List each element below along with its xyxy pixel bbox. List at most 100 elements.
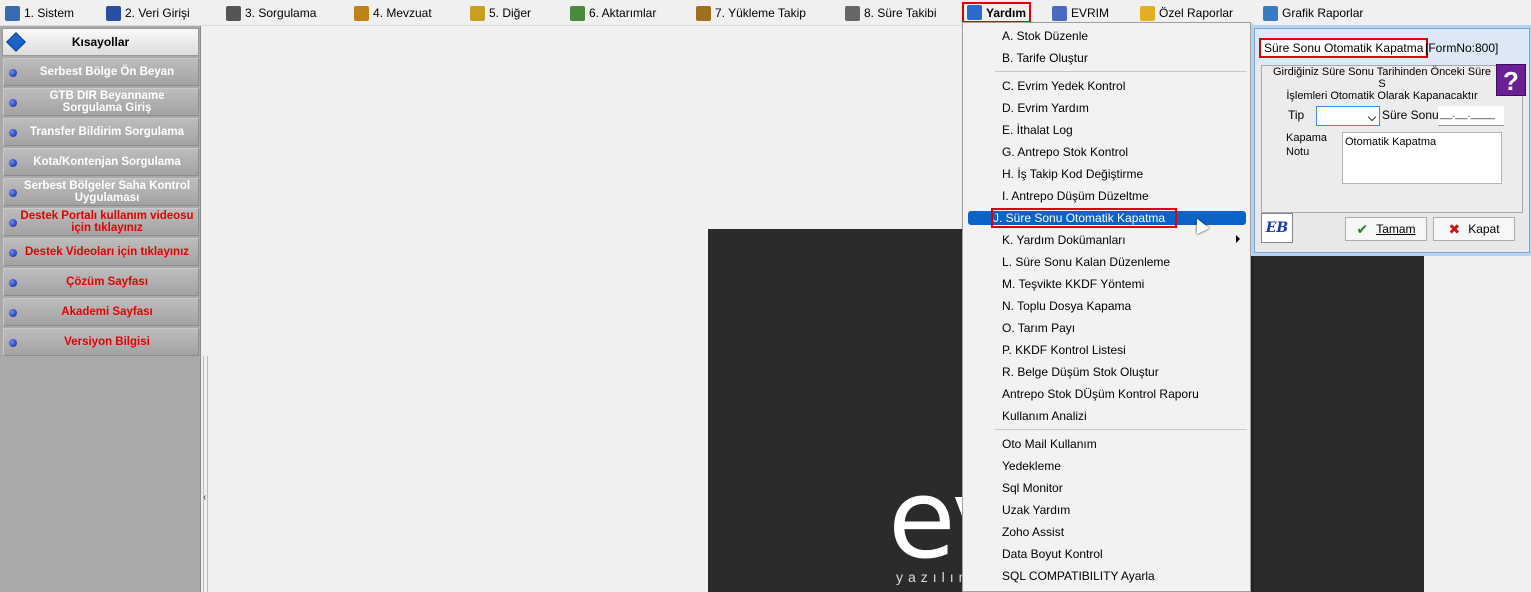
- pencil-icon: [5, 5, 20, 21]
- dialog-info-line-1: Girdiğiniz Süre Sonu Tarihinden Önceki S…: [1272, 66, 1492, 90]
- dropdown-menu-item[interactable]: Kullanım Analizi: [965, 405, 1248, 427]
- tracking-icon: [696, 5, 711, 21]
- dropdown-item-label: Uzak Yardım: [1002, 503, 1071, 517]
- sidebar-item-label: Versiyon Bilgisi: [64, 336, 150, 348]
- annotation-highlight-box: [991, 208, 1177, 228]
- menu-pencil[interactable]: 1. Sistem: [5, 3, 74, 23]
- bullet-dot-icon: [9, 309, 17, 317]
- bullet-dot-icon: [9, 159, 17, 167]
- sidebar-shortcut-item[interactable]: Kota/Kontenjan Sorgulama: [3, 148, 199, 176]
- menu-star[interactable]: Özel Raporlar: [1140, 3, 1233, 23]
- sidebar-item-label: GTB DIR Beyanname Sorgulama Giriş: [49, 90, 165, 114]
- tip-select[interactable]: [1316, 106, 1380, 126]
- shortcuts-title: Kısayollar: [71, 35, 130, 49]
- dropdown-item-label: Oto Mail Kullanım: [1002, 437, 1097, 451]
- sidebar-shortcut-item[interactable]: Serbest Bölgeler Saha Kontrol Uygulaması: [3, 178, 199, 206]
- dropdown-item-label: M. Teşvikte KKDF Yöntemi: [1002, 277, 1145, 291]
- bullet-dot-icon: [9, 99, 17, 107]
- sidebar-shortcut-item[interactable]: GTB DIR Beyanname Sorgulama Giriş: [3, 88, 199, 116]
- bullet-dot-icon: [9, 219, 17, 227]
- dropdown-menu-item[interactable]: Sql Monitor: [965, 477, 1248, 499]
- dropdown-menu-item[interactable]: SQL COMPATIBILITY Ayarla: [965, 565, 1248, 587]
- dialog-title: Süre Sonu Otomatik Kapatma: [1259, 38, 1429, 58]
- dialog-footer: EB ✔ Tamam ✖ Kapat: [1261, 213, 1523, 247]
- chart-icon: [1263, 5, 1278, 21]
- form-edit-icon: [106, 5, 121, 21]
- menu-label: 6. Aktarımlar: [589, 6, 657, 20]
- menu-calendar[interactable]: 8. Süre Takibi: [845, 3, 937, 23]
- dropdown-menu-item[interactable]: Uzak Yardım: [965, 499, 1248, 521]
- menu-books[interactable]: 4. Mevzuat: [354, 3, 432, 23]
- menu-form-edit[interactable]: 2. Veri Girişi: [106, 3, 190, 23]
- menu-label: 3. Sorgulama: [245, 6, 317, 20]
- help-question-icon[interactable]: ?: [1496, 64, 1526, 96]
- dropdown-item-label: L. Süre Sonu Kalan Düzenleme: [1002, 255, 1171, 269]
- sidebar-splitter[interactable]: ‹: [201, 26, 210, 592]
- dialog-title-bar[interactable]: Süre Sonu Otomatik Kapatma [FormNo:800]: [1255, 29, 1529, 65]
- dropdown-menu-item[interactable]: Zoho Assist: [965, 521, 1248, 543]
- dropdown-menu-item[interactable]: Antrepo Stok DÜşüm Kontrol Raporu: [965, 383, 1248, 405]
- transfer-icon: [570, 5, 585, 21]
- menu-tracking[interactable]: 7. Yükleme Takip: [696, 3, 806, 23]
- dropdown-menu-item[interactable]: G. Antrepo Stok Kontrol: [965, 141, 1248, 163]
- dropdown-menu-item[interactable]: Yedekleme: [965, 455, 1248, 477]
- dropdown-item-label: B. Tarife Oluştur: [1002, 51, 1088, 65]
- kapama-notu-textarea[interactable]: Otomatik Kapatma: [1342, 132, 1502, 184]
- menu-label: 8. Süre Takibi: [864, 6, 937, 20]
- dropdown-menu-item[interactable]: N. Toplu Dosya Kapama: [965, 295, 1248, 317]
- bullet-dot-icon: [9, 189, 17, 197]
- dropdown-menu-item[interactable]: D. Evrim Yardım: [965, 97, 1248, 119]
- sidebar-shortcut-item[interactable]: Destek Portalı kullanım videosu için tık…: [3, 208, 199, 236]
- tamam-button[interactable]: ✔ Tamam: [1345, 217, 1427, 241]
- dropdown-menu-item[interactable]: L. Süre Sonu Kalan Düzenleme: [965, 251, 1248, 273]
- dropdown-menu-item[interactable]: I. Antrepo Düşüm Düzeltme: [965, 185, 1248, 207]
- star-icon: [1140, 5, 1155, 21]
- dropdown-menu-item[interactable]: K. Yardım Dokümanları: [965, 229, 1248, 251]
- sidebar-shortcut-item[interactable]: Destek Videoları için tıklayınız: [3, 238, 199, 266]
- sidebar-shortcut-item[interactable]: Çözüm Sayfası: [3, 268, 199, 296]
- sidebar-item-label: Serbest Bölge Ön Beyan: [39, 66, 175, 78]
- sidebar-shortcut-item[interactable]: Serbest Bölge Ön Beyan: [3, 58, 199, 86]
- sidebar-item-label: Serbest Bölgeler Saha Kontrol Uygulaması: [23, 180, 191, 204]
- menu-query[interactable]: 3. Sorgulama: [226, 3, 316, 23]
- sidebar-shortcut-item[interactable]: Akademi Sayfası: [3, 298, 199, 326]
- menu-label: Yardım: [986, 5, 1027, 20]
- tamam-button-label: Tamam: [1376, 222, 1416, 236]
- dropdown-menu-item[interactable]: M. Teşvikte KKDF Yöntemi: [965, 273, 1248, 295]
- menu-separator: [995, 429, 1247, 430]
- splitter-bar[interactable]: [203, 356, 208, 592]
- menu-chart[interactable]: Grafik Raporlar: [1263, 3, 1363, 23]
- sidebar-shortcut-item[interactable]: Versiyon Bilgisi: [3, 328, 199, 356]
- menu-label: 2. Veri Girişi: [125, 6, 190, 20]
- menu-label: 7. Yükleme Takip: [715, 6, 806, 20]
- menu-help[interactable]: Yardım: [962, 2, 1032, 23]
- sidebar-shortcut-item[interactable]: Transfer Bildirim Sorgulama: [3, 118, 199, 146]
- bullet-dot-icon: [9, 249, 17, 257]
- sure-sonu-date-input[interactable]: __.__.____: [1438, 106, 1504, 126]
- dropdown-item-label: O. Tarım Payı: [1002, 321, 1076, 335]
- dropdown-menu-item[interactable]: O. Tarım Payı: [965, 317, 1248, 339]
- dropdown-item-label: Zoho Assist: [1002, 525, 1065, 539]
- dropdown-menu-item[interactable]: P. KKDF Kontrol Listesi: [965, 339, 1248, 361]
- kapama-notu-label-1: Kapama: [1286, 132, 1327, 144]
- bullet-dot-icon: [9, 129, 17, 137]
- shortcuts-header: Kısayollar: [2, 28, 199, 56]
- dropdown-item-label: N. Toplu Dosya Kapama: [1002, 299, 1132, 313]
- close-icon: ✖: [1448, 220, 1461, 237]
- dropdown-menu-item[interactable]: Oto Mail Kullanım: [965, 433, 1248, 455]
- menu-transfer[interactable]: 6. Aktarımlar: [570, 3, 656, 23]
- dropdown-menu-item[interactable]: B. Tarife Oluştur: [965, 47, 1248, 69]
- dropdown-menu-item[interactable]: H. İş Takip Kod Değiştirme: [965, 163, 1248, 185]
- sidebar-item-label: Kota/Kontenjan Sorgulama: [33, 156, 181, 168]
- kapat-button[interactable]: ✖ Kapat: [1433, 217, 1515, 241]
- menu-evrim[interactable]: EVRIM: [1052, 3, 1109, 23]
- menu-people[interactable]: 5. Diğer: [470, 3, 531, 23]
- dropdown-menu-item[interactable]: C. Evrim Yedek Kontrol: [965, 75, 1248, 97]
- dropdown-menu-item[interactable]: Data Boyut Kontrol: [965, 543, 1248, 565]
- dropdown-menu-item[interactable]: E. İthalat Log: [965, 119, 1248, 141]
- dropdown-item-label: D. Evrim Yardım: [1002, 101, 1089, 115]
- bullet-dot-icon: [9, 339, 17, 347]
- collapse-arrow-icon[interactable]: ‹: [203, 492, 206, 503]
- dropdown-menu-item[interactable]: R. Belge Düşüm Stok Oluştur: [965, 361, 1248, 383]
- dropdown-menu-item[interactable]: A. Stok Düzenle: [965, 25, 1248, 47]
